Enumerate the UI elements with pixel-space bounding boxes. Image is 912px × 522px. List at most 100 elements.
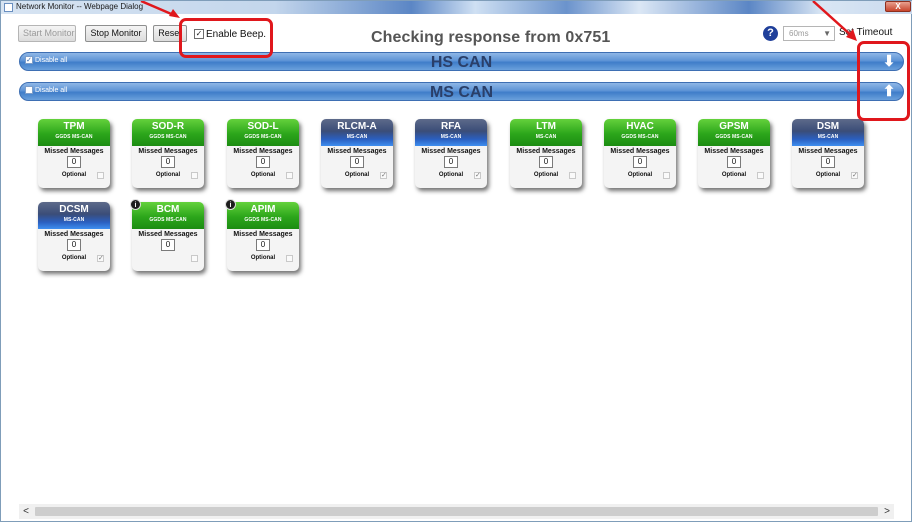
ecu-card[interactable]: SOD-R GGDS MS-CAN Missed Messages 0 Optional <box>132 119 204 188</box>
missed-count-field[interactable]: 0 <box>539 156 553 168</box>
title-bar[interactable]: Network Monitor -- Webpage Dialog X <box>1 1 912 14</box>
ecu-card[interactable]: RFA MS-CAN Missed Messages 0 Optional ✓ <box>415 119 487 188</box>
missed-count-field[interactable]: 0 <box>633 156 647 168</box>
ecu-bus-label: GGDS MS-CAN <box>149 134 187 140</box>
optional-row: Optional ✓ <box>415 169 487 181</box>
optional-row: Optional <box>132 169 204 181</box>
ecu-bus-label: MS-CAN <box>817 134 839 140</box>
optional-checkbox[interactable] <box>757 172 764 179</box>
window-title: Network Monitor -- Webpage Dialog <box>16 2 144 11</box>
ecu-bus-label: MS-CAN <box>346 134 368 140</box>
ecu-name: DSM <box>816 121 840 132</box>
ecu-bus-label: MS-CAN <box>535 134 557 140</box>
ecu-bus-label: GGDS MS-CAN <box>244 217 282 223</box>
optional-row: Optional <box>604 169 676 181</box>
set-timeout-button[interactable]: Set Timeout <box>839 27 892 38</box>
missed-messages-label: Missed Messages <box>704 148 764 155</box>
optional-row: Optional ✓ <box>792 169 864 181</box>
ecu-name: DCSM <box>59 204 89 215</box>
missed-messages-label: Missed Messages <box>798 148 858 155</box>
info-icon[interactable]: i <box>130 199 141 210</box>
missed-messages-label: Missed Messages <box>44 148 104 155</box>
ecu-header: RFA MS-CAN <box>415 119 487 146</box>
stop-monitor-button[interactable]: Stop Monitor <box>85 25 147 42</box>
ecu-card[interactable]: TPM GGDS MS-CAN Missed Messages 0 Optional <box>38 119 110 188</box>
missed-count-field[interactable]: 0 <box>444 156 458 168</box>
ecu-card[interactable]: i BCM GGDS MS-CAN Missed Messages 0 <box>130 199 204 271</box>
missed-count-field[interactable]: 0 <box>161 239 175 251</box>
optional-row: Optional <box>510 169 582 181</box>
optional-row: Optional <box>38 169 110 181</box>
scroll-left-arrow[interactable]: < <box>19 504 33 519</box>
optional-checkbox[interactable] <box>97 172 104 179</box>
missed-messages-label: Missed Messages <box>516 148 576 155</box>
ecu-bus-label: MS-CAN <box>63 217 85 223</box>
optional-row: Optional <box>227 169 299 181</box>
missed-messages-label: Missed Messages <box>233 148 293 155</box>
ecu-name: GPSM <box>719 121 749 132</box>
optional-checkbox[interactable]: ✓ <box>380 172 387 179</box>
missed-count-field[interactable]: 0 <box>727 156 741 168</box>
ecu-header: GPSM GGDS MS-CAN <box>698 119 770 146</box>
annotation-box-beep <box>179 18 273 58</box>
app-icon <box>4 3 13 12</box>
ecu-name: RLCM-A <box>337 121 377 132</box>
help-icon[interactable]: ? <box>763 26 778 41</box>
start-monitor-button[interactable]: Start Monitor <box>18 25 76 42</box>
annotation-box-arrows <box>857 41 910 121</box>
bus-bar-hs-can[interactable]: ✓ Disable all HS CAN ⬇ <box>19 52 904 71</box>
ecu-header: SOD-L GGDS MS-CAN <box>227 119 299 146</box>
horizontal-scrollbar[interactable]: < > <box>19 504 894 519</box>
ecu-card[interactable]: RLCM-A MS-CAN Missed Messages 0 Optional ✓ <box>321 119 393 188</box>
ecu-name: APIM <box>250 204 276 215</box>
optional-row: Optional ✓ <box>38 252 110 264</box>
info-icon[interactable]: i <box>225 199 236 210</box>
scroll-right-arrow[interactable]: > <box>880 504 894 519</box>
ecu-bus-label: GGDS MS-CAN <box>715 134 753 140</box>
bus-bar-ms-can[interactable]: Disable all MS CAN ⬆ <box>19 82 904 101</box>
ecu-header: TPM GGDS MS-CAN <box>38 119 110 146</box>
ecu-name: SOD-R <box>151 121 185 132</box>
ecu-card[interactable]: DCSM MS-CAN Missed Messages 0 Optional ✓ <box>38 202 110 271</box>
optional-checkbox[interactable] <box>663 172 670 179</box>
optional-checkbox[interactable] <box>286 172 293 179</box>
chevron-down-icon: ▼ <box>823 29 831 38</box>
missed-count-field[interactable]: 0 <box>350 156 364 168</box>
ecu-name: TPM <box>63 121 85 132</box>
ecu-bus-label: GGDS MS-CAN <box>621 134 659 140</box>
ecu-header: DCSM MS-CAN <box>38 202 110 229</box>
missed-count-field[interactable]: 0 <box>256 239 270 251</box>
ecu-header: SOD-R GGDS MS-CAN <box>132 119 204 146</box>
optional-row: Optional <box>698 169 770 181</box>
scrollbar-thumb[interactable] <box>35 507 878 516</box>
ecu-header: RLCM-A MS-CAN <box>321 119 393 146</box>
optional-row: Optional ✓ <box>321 169 393 181</box>
ecu-card[interactable]: SOD-L GGDS MS-CAN Missed Messages 0 Optional <box>227 119 299 188</box>
optional-checkbox[interactable] <box>286 255 293 262</box>
optional-row <box>132 252 204 264</box>
bus-title: HS CAN <box>430 54 493 71</box>
ecu-bus-label: GGDS MS-CAN <box>55 134 93 140</box>
close-button[interactable]: X <box>885 1 911 12</box>
ecu-bus-label: GGDS MS-CAN <box>149 217 187 223</box>
missed-messages-label: Missed Messages <box>233 231 293 238</box>
ecu-card[interactable]: LTM MS-CAN Missed Messages 0 Optional <box>510 119 582 188</box>
optional-checkbox[interactable] <box>569 172 576 179</box>
timeout-select[interactable]: 60ms ▼ <box>783 26 835 41</box>
missed-count-field[interactable]: 0 <box>256 156 270 168</box>
missed-count-field[interactable]: 0 <box>821 156 835 168</box>
optional-checkbox[interactable] <box>191 255 198 262</box>
optional-checkbox[interactable]: ✓ <box>97 255 104 262</box>
missed-count-field[interactable]: 0 <box>67 239 81 251</box>
optional-checkbox[interactable] <box>191 172 198 179</box>
ecu-card[interactable]: i APIM GGDS MS-CAN Missed Messages 0 Optional <box>225 199 299 271</box>
ecu-card[interactable]: GPSM GGDS MS-CAN Missed Messages 0 Optional <box>698 119 770 188</box>
missed-count-field[interactable]: 0 <box>161 156 175 168</box>
ecu-card[interactable]: DSM MS-CAN Missed Messages 0 Optional ✓ <box>792 119 864 188</box>
ecu-card[interactable]: HVAC GGDS MS-CAN Missed Messages 0 Optional <box>604 119 676 188</box>
missed-count-field[interactable]: 0 <box>67 156 81 168</box>
optional-checkbox[interactable]: ✓ <box>474 172 481 179</box>
optional-checkbox[interactable]: ✓ <box>851 172 858 179</box>
ecu-name: LTM <box>536 121 556 132</box>
missed-messages-label: Missed Messages <box>421 148 481 155</box>
